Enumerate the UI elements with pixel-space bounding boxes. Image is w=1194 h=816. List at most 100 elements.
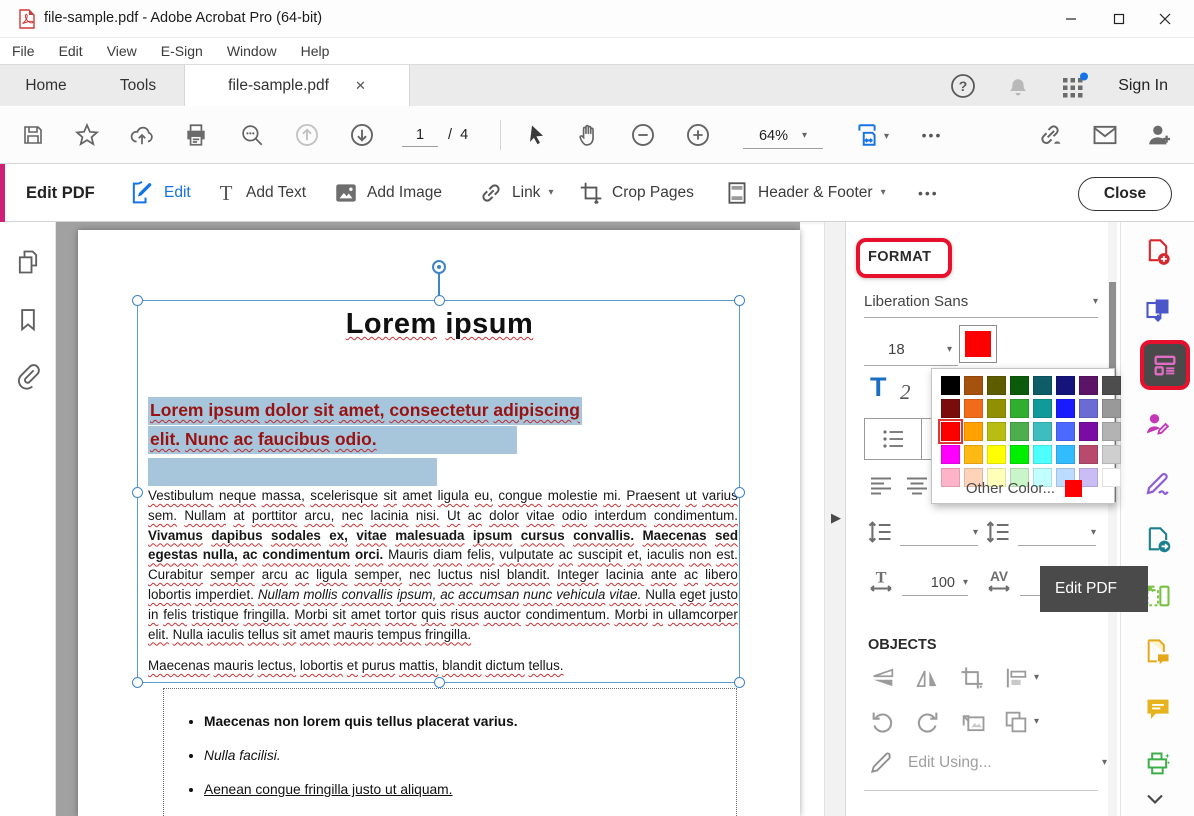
menu-esign[interactable]: E-Sign bbox=[149, 38, 215, 64]
comment-button[interactable] bbox=[1144, 695, 1172, 723]
fit-width-button[interactable] bbox=[852, 120, 882, 150]
paragraph-spacing-control[interactable]: ▾ bbox=[984, 518, 1096, 546]
create-pdf-button[interactable] bbox=[1144, 238, 1172, 266]
closing-paragraph[interactable]: Maecenas mauris lectus, lobortis et puru… bbox=[148, 658, 738, 673]
color-swatch[interactable] bbox=[1010, 399, 1029, 418]
attachments-button[interactable] bbox=[14, 362, 42, 390]
color-swatch[interactable] bbox=[1079, 445, 1098, 464]
body-paragraph[interactable]: Vestibulum neque massa, scelerisque sit … bbox=[148, 486, 738, 644]
color-swatch[interactable] bbox=[964, 376, 983, 395]
help-icon[interactable]: ? bbox=[950, 73, 976, 99]
expand-right-panel-button[interactable]: ▶ bbox=[831, 510, 841, 526]
align-center-button[interactable] bbox=[904, 474, 930, 498]
close-edit-pdf-button[interactable]: Close bbox=[1078, 177, 1172, 211]
color-swatch[interactable] bbox=[1010, 422, 1029, 441]
organize-pages-button[interactable] bbox=[1144, 582, 1172, 610]
paragraph-spacing-select[interactable]: ▾ bbox=[1018, 520, 1096, 546]
line-spacing-control[interactable]: ▾ bbox=[866, 518, 978, 546]
resize-handle-se[interactable] bbox=[734, 677, 745, 688]
color-swatch[interactable] bbox=[1102, 376, 1121, 395]
zoom-level-select[interactable]: 64% ▾ bbox=[743, 123, 823, 149]
more-tools-button[interactable]: ••• bbox=[910, 120, 954, 150]
menu-window[interactable]: Window bbox=[215, 38, 289, 64]
replace-image-button[interactable] bbox=[958, 708, 988, 736]
add-text-button[interactable]: T Add Text bbox=[214, 164, 306, 222]
tab-close-icon[interactable]: ✕ bbox=[355, 78, 366, 94]
edit-using-button[interactable]: Edit Using... ▾ bbox=[868, 750, 992, 776]
rotate-cw-button[interactable] bbox=[912, 708, 942, 736]
edit-button[interactable]: Edit bbox=[128, 164, 191, 222]
tab-tools[interactable]: Tools bbox=[92, 65, 184, 107]
color-swatch[interactable] bbox=[1056, 376, 1075, 395]
line-spacing-select[interactable]: ▾ bbox=[900, 520, 978, 546]
other-color-row[interactable]: Other Color... bbox=[932, 480, 1116, 497]
tab-document[interactable]: file-sample.pdf ✕ bbox=[184, 65, 410, 107]
flip-horizontal-button[interactable] bbox=[912, 664, 942, 692]
color-swatch[interactable] bbox=[1056, 445, 1075, 464]
color-swatch[interactable] bbox=[987, 422, 1006, 441]
font-family-select[interactable]: Liberation Sans ▾ bbox=[864, 286, 1098, 318]
resize-handle-nw[interactable] bbox=[132, 295, 143, 306]
color-swatch[interactable] bbox=[1010, 445, 1029, 464]
tab-home[interactable]: Home bbox=[0, 65, 92, 107]
find-button[interactable] bbox=[237, 120, 267, 150]
edit-toolbar-more-button[interactable]: ••• bbox=[918, 164, 939, 222]
hand-tool-button[interactable] bbox=[574, 120, 604, 150]
color-swatch[interactable] bbox=[1102, 399, 1121, 418]
color-swatch[interactable] bbox=[941, 422, 960, 441]
request-esignatures-button[interactable] bbox=[1144, 410, 1172, 438]
print-production-button[interactable] bbox=[1144, 750, 1172, 778]
previous-page-button[interactable] bbox=[292, 120, 322, 150]
color-swatch[interactable] bbox=[964, 399, 983, 418]
export-pdf-button[interactable] bbox=[1144, 526, 1172, 554]
save-button[interactable] bbox=[18, 120, 48, 150]
flip-vertical-button[interactable] bbox=[868, 664, 898, 692]
color-swatch[interactable] bbox=[1102, 445, 1121, 464]
menu-help[interactable]: Help bbox=[289, 38, 342, 64]
add-comments-file-button[interactable] bbox=[1144, 638, 1172, 666]
resize-handle-sw[interactable] bbox=[132, 677, 143, 688]
menu-edit[interactable]: Edit bbox=[47, 38, 95, 64]
combine-files-button[interactable] bbox=[1144, 296, 1172, 324]
color-swatch[interactable] bbox=[941, 376, 960, 395]
apps-grid-icon[interactable] bbox=[1060, 72, 1088, 100]
zoom-out-button[interactable] bbox=[628, 120, 658, 150]
email-button[interactable] bbox=[1090, 120, 1120, 150]
edit-pdf-tool-button[interactable] bbox=[1140, 340, 1190, 390]
color-swatch[interactable] bbox=[964, 445, 983, 464]
resize-handle-w[interactable] bbox=[132, 487, 143, 498]
header-footer-button[interactable]: Header & Footer ▾ bbox=[724, 164, 886, 222]
sign-in-button[interactable]: Sign In bbox=[1118, 77, 1168, 95]
fill-and-sign-button[interactable] bbox=[1144, 468, 1172, 496]
color-swatch[interactable] bbox=[987, 445, 1006, 464]
color-swatch[interactable] bbox=[1010, 376, 1029, 395]
color-swatch[interactable] bbox=[1056, 399, 1075, 418]
selected-text-line-1[interactable]: Lorem ipsum dolor sit amet, consectetur … bbox=[148, 400, 582, 421]
color-swatch[interactable] bbox=[1033, 399, 1052, 418]
upload-cloud-button[interactable] bbox=[127, 120, 157, 150]
print-button[interactable] bbox=[181, 120, 211, 150]
horizontal-scale-control[interactable]: T 100 ▾ bbox=[866, 566, 968, 596]
add-image-button[interactable]: Add Image bbox=[333, 164, 442, 222]
rotation-handle[interactable] bbox=[432, 260, 446, 274]
page-number-input[interactable] bbox=[402, 123, 438, 147]
color-swatch[interactable] bbox=[1033, 376, 1052, 395]
color-swatch[interactable] bbox=[941, 445, 960, 464]
close-window-button[interactable] bbox=[1142, 0, 1188, 37]
resize-handle-ne[interactable] bbox=[734, 295, 745, 306]
next-page-button[interactable] bbox=[347, 120, 377, 150]
rail-scroll-down-button[interactable] bbox=[1145, 792, 1165, 806]
color-swatch[interactable] bbox=[987, 399, 1006, 418]
share-link-button[interactable] bbox=[1035, 120, 1065, 150]
color-swatch[interactable] bbox=[987, 376, 1006, 395]
maximize-button[interactable] bbox=[1096, 0, 1142, 37]
font-color-button[interactable] bbox=[959, 325, 997, 363]
notifications-bell-icon[interactable] bbox=[1006, 73, 1030, 99]
color-swatch[interactable] bbox=[1056, 422, 1075, 441]
color-swatch[interactable] bbox=[964, 422, 983, 441]
crop-pages-button[interactable]: Crop Pages bbox=[578, 164, 694, 222]
resize-handle-n[interactable] bbox=[434, 295, 445, 306]
selected-text-line-2[interactable]: elit. Nunc ac faucibus odio. bbox=[148, 429, 517, 450]
document-heading[interactable]: Lorem ipsum bbox=[138, 308, 741, 341]
text-style-button[interactable]: T bbox=[870, 372, 887, 403]
